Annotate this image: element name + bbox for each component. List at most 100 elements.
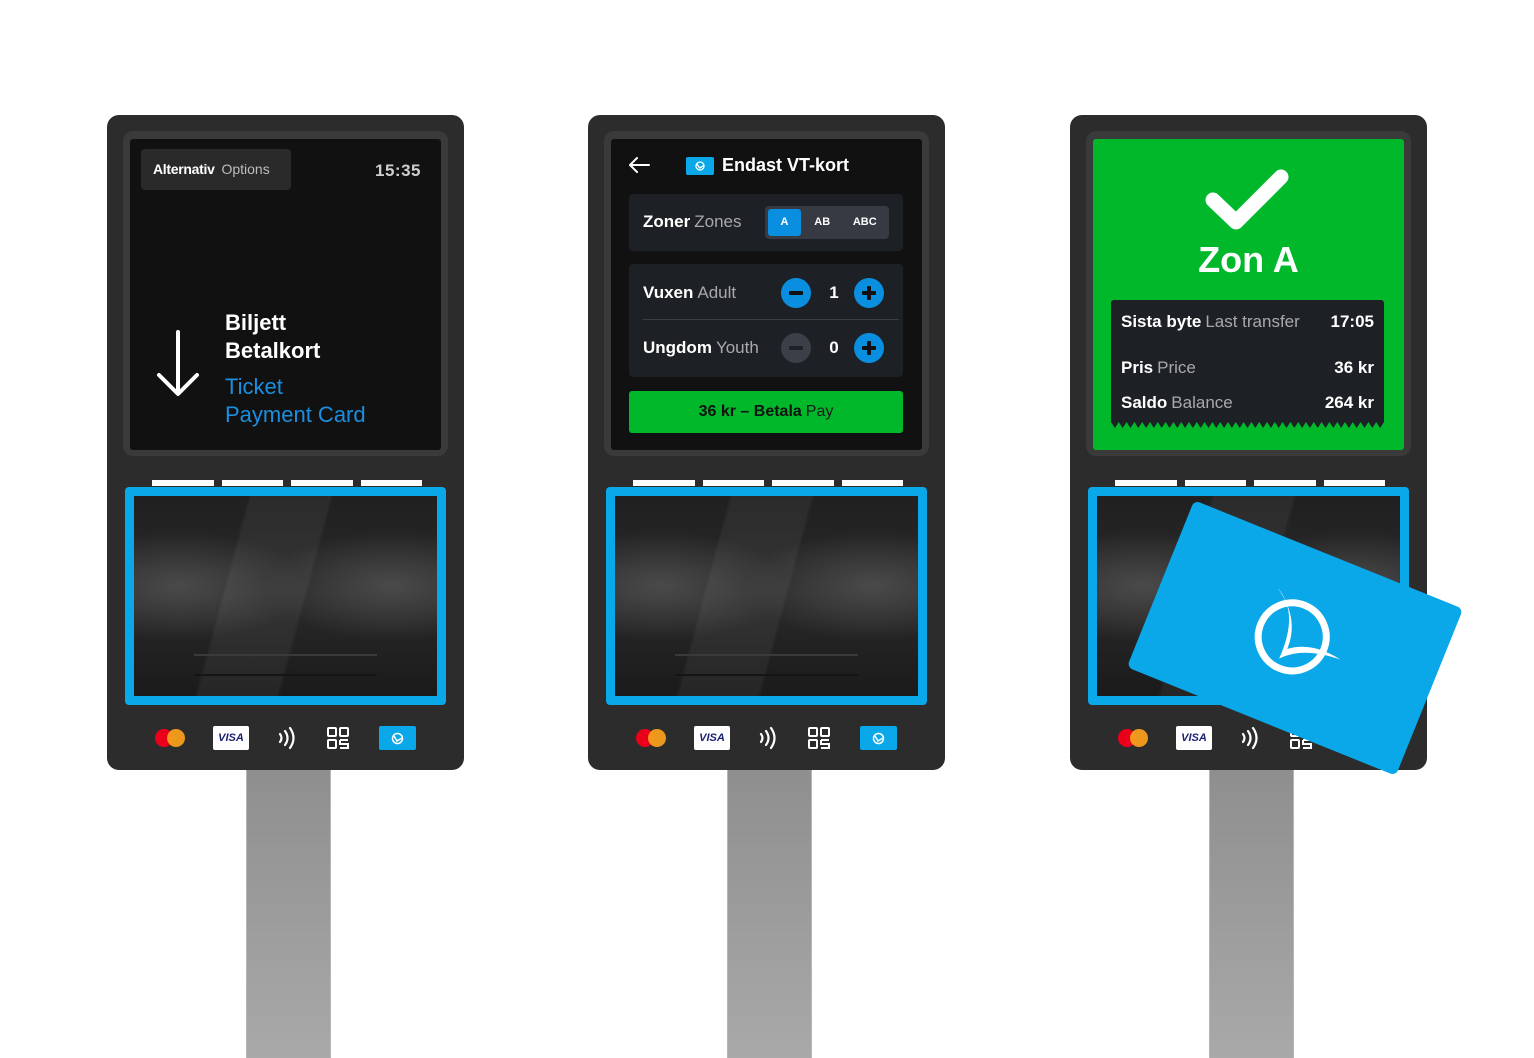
- payment-methods: VISA: [107, 723, 464, 753]
- kiosk-start: Alternativ Options 15:35 Biljett Betalko…: [107, 115, 464, 1058]
- zones-label-sv: Zoner: [643, 212, 691, 231]
- contactless-icon: [278, 726, 295, 750]
- arrow-left-icon[interactable]: [627, 155, 651, 175]
- screen-bezel: Alternativ Options 15:35 Biljett Betalko…: [123, 131, 448, 456]
- qr-code-icon: [808, 727, 830, 749]
- slot-light: [291, 480, 353, 486]
- slot-light: [772, 480, 834, 486]
- visa-icon: VISA: [1176, 726, 1212, 750]
- receipt-label-en: Balance: [1171, 393, 1233, 412]
- decrement-button-disabled[interactable]: [781, 333, 811, 363]
- passenger-label-sv: Ungdom: [643, 338, 712, 357]
- screen-purchase: Endast VT-kort Zoner Zones A AB ABC Vuxen…: [611, 139, 922, 450]
- passenger-label-sv: Vuxen: [643, 283, 694, 302]
- scanner-window: [134, 496, 437, 696]
- passenger-count: 1: [829, 283, 839, 302]
- zone-option-a[interactable]: A: [768, 209, 801, 236]
- slot-light: [360, 480, 422, 486]
- scanner-window: [615, 496, 918, 696]
- zone-option-ab[interactable]: AB: [801, 209, 844, 236]
- card-reader-scanner[interactable]: [125, 487, 446, 705]
- minus-icon: [789, 291, 803, 295]
- pay-button[interactable]: 36 kr – Betala Pay: [629, 391, 903, 433]
- kiosk-pole: [727, 765, 812, 1058]
- clock: 15:35: [375, 161, 421, 180]
- passenger-row-youth: Ungdom Youth 0: [643, 321, 899, 375]
- options-button[interactable]: Alternativ Options: [141, 149, 291, 190]
- screen-bezel: Zon A Sista byte Last transfer 17:05 Pris…: [1086, 131, 1411, 456]
- receipt-label-sv: Pris: [1121, 358, 1154, 377]
- vt-card-icon: [379, 726, 416, 750]
- slot-light: [1184, 480, 1246, 486]
- instruction-en: Ticket Payment Card: [225, 373, 366, 429]
- receipt-value: 36 kr: [1334, 358, 1374, 377]
- receipt: Sista byte Last transfer 17:05 Pris Price …: [1111, 300, 1384, 422]
- pay-label-en: Pay: [805, 403, 834, 420]
- slot-light: [633, 480, 695, 486]
- vt-card-icon: [686, 157, 714, 175]
- qr-code-icon: [327, 727, 349, 749]
- instruction-sv-line: Biljett: [225, 310, 287, 335]
- slot-light: [841, 480, 903, 486]
- card-reader-scanner[interactable]: [606, 487, 927, 705]
- options-label-sv: Alternativ: [153, 161, 215, 177]
- contactless-icon: [759, 726, 776, 750]
- passenger-label: Vuxen Adult: [643, 283, 736, 303]
- visa-icon: VISA: [694, 726, 730, 750]
- zone-selector-card: Zoner Zones A AB ABC: [629, 194, 903, 251]
- zone-option-abc[interactable]: ABC: [844, 209, 887, 236]
- zones-label-en: Zones: [694, 212, 742, 231]
- kiosk-body: Endast VT-kort Zoner Zones A AB ABC Vuxen…: [588, 115, 945, 770]
- header-title: Endast VT-kort: [722, 155, 850, 175]
- receipt-value: 17:05: [1330, 312, 1374, 331]
- slot-light: [1254, 480, 1316, 486]
- receipt-label-sv: Sista byte: [1121, 312, 1202, 331]
- kiosk-pole: [246, 765, 331, 1058]
- instruction-sv-line: Betalkort: [225, 338, 321, 363]
- decrement-button[interactable]: [781, 278, 811, 308]
- receipt-row: Pris Price 36 kr: [1121, 358, 1374, 378]
- zone-title: Zon A: [1198, 239, 1299, 280]
- passenger-card: Vuxen Adult 1 Ungdom Youth 0: [629, 264, 903, 377]
- options-label-en: Options: [221, 161, 270, 177]
- screen-start: Alternativ Options 15:35 Biljett Betalko…: [130, 139, 441, 450]
- increment-button[interactable]: [854, 333, 884, 363]
- receipt-label-en: Price: [1157, 358, 1196, 377]
- receipt-label-en: Last transfer: [1205, 312, 1300, 331]
- pay-label-sv: 36 kr – Betala: [698, 403, 802, 420]
- receipt-row: Sista byte Last transfer 17:05: [1121, 312, 1374, 332]
- slot-light: [1323, 480, 1385, 486]
- payment-methods: VISA: [588, 723, 945, 753]
- screen-confirmation: Zon A Sista byte Last transfer 17:05 Pris…: [1093, 139, 1404, 450]
- vt-card-icon: [860, 726, 897, 750]
- screen-bezel: Endast VT-kort Zoner Zones A AB ABC Vuxen…: [604, 131, 929, 456]
- receipt-value: 264 kr: [1324, 393, 1374, 412]
- zone-segmented-control: A AB ABC: [765, 206, 889, 239]
- instruction-en-line: Payment Card: [225, 402, 366, 427]
- contactless-icon: [1241, 726, 1258, 750]
- passenger-row-adult: Vuxen Adult 1: [643, 266, 899, 320]
- checkmark-icon: [1205, 169, 1289, 230]
- passenger-label-en: Adult: [697, 283, 737, 302]
- zones-label: Zoner Zones: [643, 212, 741, 232]
- instruction-en-line: Ticket: [225, 374, 283, 399]
- mastercard-icon: [155, 729, 185, 747]
- mastercard-icon: [1118, 729, 1148, 747]
- increment-button[interactable]: [854, 278, 884, 308]
- arrow-down-icon: [157, 330, 199, 396]
- slot-light: [221, 480, 283, 486]
- instruction-sv: Biljett Betalkort: [225, 309, 320, 365]
- passenger-label: Ungdom Youth: [643, 338, 759, 358]
- kiosk-pole: [1209, 765, 1294, 1058]
- vt-logo-icon: [1254, 587, 1341, 675]
- receipt-torn-edge: [1111, 422, 1384, 428]
- receipt-label-sv: Saldo: [1121, 393, 1168, 412]
- receipt-row: Saldo Balance 264 kr: [1121, 393, 1374, 413]
- slot-light: [702, 480, 764, 486]
- visa-icon: VISA: [213, 726, 249, 750]
- slot-light: [1115, 480, 1177, 486]
- passenger-label-en: Youth: [715, 338, 759, 357]
- kiosk-body: Alternativ Options 15:35 Biljett Betalko…: [107, 115, 464, 770]
- mastercard-icon: [636, 729, 666, 747]
- passenger-count: 0: [829, 338, 839, 357]
